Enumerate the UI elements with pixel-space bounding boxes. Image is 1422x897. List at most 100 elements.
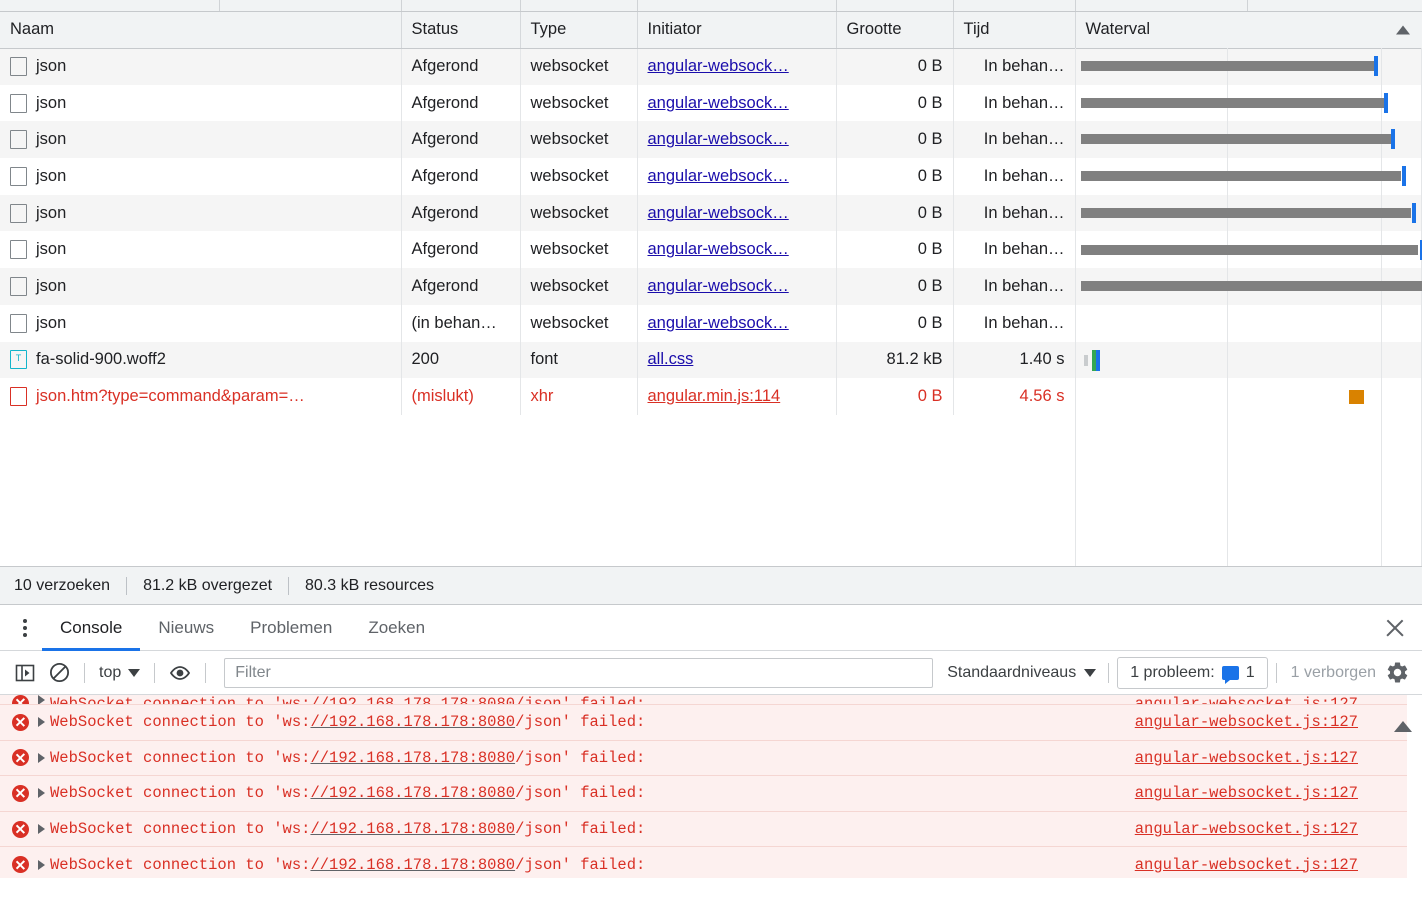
- initiator-link[interactable]: angular-websock…: [648, 277, 789, 295]
- cell-initiator: angular-websock…: [637, 268, 837, 305]
- console-message-suffix: /json' failed:: [515, 713, 646, 732]
- clear-console-icon[interactable]: [42, 656, 76, 690]
- cell-tijd: In behan…: [953, 268, 1076, 305]
- table-row[interactable]: json Afgerond websocket angular-websock… 0 B…: [0, 268, 1422, 305]
- initiator-link[interactable]: all.css: [648, 350, 694, 368]
- generic-resource-icon: [10, 240, 27, 260]
- console-message-url[interactable]: //192.168.178.178:8080: [310, 784, 515, 802]
- initiator-link[interactable]: angular-websock…: [648, 240, 789, 258]
- scroll-to-top-icon[interactable]: [1394, 721, 1412, 732]
- cell-grootte: 0 B: [836, 48, 954, 85]
- tab-zoeken[interactable]: Zoeken: [350, 605, 443, 651]
- console-error-row[interactable]: WebSocket connection to 'ws://192.168.17…: [0, 776, 1422, 812]
- issues-label: 1 probleem:: [1130, 663, 1215, 681]
- filter-input[interactable]: [224, 657, 934, 688]
- column-header-naam[interactable]: Naam: [0, 12, 402, 49]
- overview-divider: [637, 0, 638, 11]
- console-message-url[interactable]: //192.168.178.178:8080: [310, 856, 515, 874]
- column-header-initiator[interactable]: Initiator: [637, 12, 837, 49]
- table-row[interactable]: json Afgerond websocket angular-websock… 0 B…: [0, 194, 1422, 232]
- log-levels-selector[interactable]: Standaardniveaus: [943, 664, 1100, 682]
- gear-icon[interactable]: [1382, 658, 1412, 688]
- console-message-suffix: /json' failed:: [515, 695, 646, 705]
- console-source-link[interactable]: angular-websocket.js:127: [1135, 695, 1358, 704]
- console-source-link[interactable]: angular-websocket.js:127: [1135, 749, 1358, 767]
- cell-type: xhr: [520, 378, 638, 415]
- table-row[interactable]: json Afgerond websocket angular-websock… 0 B…: [0, 158, 1422, 195]
- table-row[interactable]: json Afgerond websocket angular-websock… 0 B…: [0, 231, 1422, 269]
- cell-type: websocket: [520, 231, 638, 269]
- table-row[interactable]: json Afgerond websocket angular-websock… 0 B…: [0, 84, 1422, 122]
- console-message-url[interactable]: //192.168.178.178:8080: [310, 695, 515, 704]
- column-header-tijd[interactable]: Tijd: [953, 12, 1076, 49]
- cell-waterval: [1075, 48, 1422, 85]
- column-header-status[interactable]: Status: [401, 12, 521, 49]
- initiator-link[interactable]: angular-websock…: [648, 314, 789, 332]
- console-message-list[interactable]: WebSocket connection to 'ws://192.168.17…: [0, 695, 1422, 878]
- column-header-waterval[interactable]: Waterval: [1075, 12, 1422, 49]
- expand-triangle-icon[interactable]: [38, 717, 45, 728]
- execution-context-selector[interactable]: top: [93, 664, 146, 682]
- console-source-link[interactable]: angular-websocket.js:127: [1135, 856, 1358, 874]
- table-row[interactable]: json.htm?type=command&param=… (mislukt) xh…: [0, 378, 1422, 415]
- tab-console[interactable]: Console: [42, 605, 141, 651]
- console-error-row[interactable]: WebSocket connection to 'ws://192.168.17…: [0, 847, 1422, 878]
- issues-button[interactable]: 1 probleem: 1: [1117, 656, 1268, 689]
- column-header-grootte[interactable]: Grootte: [836, 12, 954, 49]
- cell-naam: json.htm?type=command&param=…: [0, 378, 402, 415]
- console-source-link[interactable]: angular-websocket.js:127: [1135, 784, 1358, 802]
- tab-problemen[interactable]: Problemen: [232, 605, 350, 651]
- console-error-row[interactable]: WebSocket connection to 'ws://192.168.17…: [0, 811, 1422, 848]
- cell-tijd: In behan…: [953, 48, 1076, 85]
- cell-naam-label: json: [36, 276, 67, 295]
- console-error-row[interactable]: WebSocket connection to 'ws://192.168.17…: [0, 740, 1422, 777]
- console-message-text: WebSocket connection to 'ws:: [50, 713, 311, 732]
- console-source-link[interactable]: angular-websocket.js:127: [1135, 713, 1358, 731]
- console-message-url[interactable]: //192.168.178.178:8080: [310, 749, 515, 767]
- cell-status: (mislukt): [401, 378, 521, 415]
- generic-resource-icon: [10, 276, 27, 296]
- console-message-url[interactable]: //192.168.178.178:8080: [310, 713, 515, 731]
- table-row[interactable]: json (in behan… websocket angular-websock… 0…: [0, 304, 1422, 342]
- expand-triangle-icon[interactable]: [38, 859, 45, 870]
- console-message-url[interactable]: //192.168.178.178:8080: [310, 820, 515, 838]
- cell-grootte: 0 B: [836, 304, 954, 342]
- hidden-messages-label[interactable]: 1 verborgen: [1285, 664, 1382, 682]
- cell-waterval: [1075, 268, 1422, 305]
- expand-triangle-icon[interactable]: [38, 824, 45, 835]
- console-error-row[interactable]: WebSocket connection to 'ws://192.168.17…: [0, 705, 1422, 741]
- initiator-link[interactable]: angular-websock…: [648, 130, 789, 148]
- tab-nieuws[interactable]: Nieuws: [140, 605, 232, 651]
- column-header-type[interactable]: Type: [520, 12, 638, 49]
- expand-triangle-icon[interactable]: [38, 695, 45, 704]
- console-error-row[interactable]: WebSocket connection to 'ws://192.168.17…: [0, 695, 1422, 705]
- cell-waterval: [1075, 194, 1422, 232]
- initiator-link[interactable]: angular-websock…: [648, 167, 789, 185]
- network-requests-panel[interactable]: Naam Status Type Initiator Grootte Tijd …: [0, 12, 1422, 567]
- column-header-waterval-label: Waterval: [1085, 20, 1151, 39]
- show-console-sidebar-icon[interactable]: [8, 656, 42, 690]
- expand-triangle-icon[interactable]: [38, 788, 45, 799]
- issue-speech-bubble-icon: [1221, 665, 1239, 684]
- initiator-link[interactable]: angular-websock…: [648, 94, 789, 112]
- cell-tijd: 1.40 s: [953, 341, 1076, 379]
- network-overview-strip[interactable]: [0, 0, 1422, 12]
- expand-triangle-icon[interactable]: [38, 752, 45, 763]
- toolbar-divider: [1275, 662, 1277, 683]
- toolbar-divider: [84, 662, 85, 683]
- table-row[interactable]: Tfa-solid-900.woff2 200 font all.css 81.2 kB…: [0, 341, 1422, 379]
- initiator-link[interactable]: angular-websock…: [648, 204, 789, 222]
- initiator-link[interactable]: angular-websock…: [648, 57, 789, 75]
- table-row[interactable]: json Afgerond websocket angular-websock… 0 B…: [0, 48, 1422, 85]
- cell-type: font: [520, 341, 638, 379]
- live-expression-icon[interactable]: [163, 656, 197, 690]
- cell-initiator: angular-websock…: [637, 304, 837, 342]
- table-row[interactable]: json Afgerond websocket angular-websock… 0 B…: [0, 121, 1422, 159]
- console-source-link[interactable]: angular-websocket.js:127: [1135, 820, 1358, 838]
- close-icon[interactable]: [1382, 615, 1408, 641]
- initiator-link[interactable]: angular.min.js:114: [648, 387, 781, 405]
- sort-ascending-icon[interactable]: [1396, 25, 1410, 35]
- generic-resource-icon: [10, 57, 27, 77]
- console-message-text: WebSocket connection to 'ws:: [50, 695, 311, 705]
- kebab-menu-icon[interactable]: [8, 618, 42, 637]
